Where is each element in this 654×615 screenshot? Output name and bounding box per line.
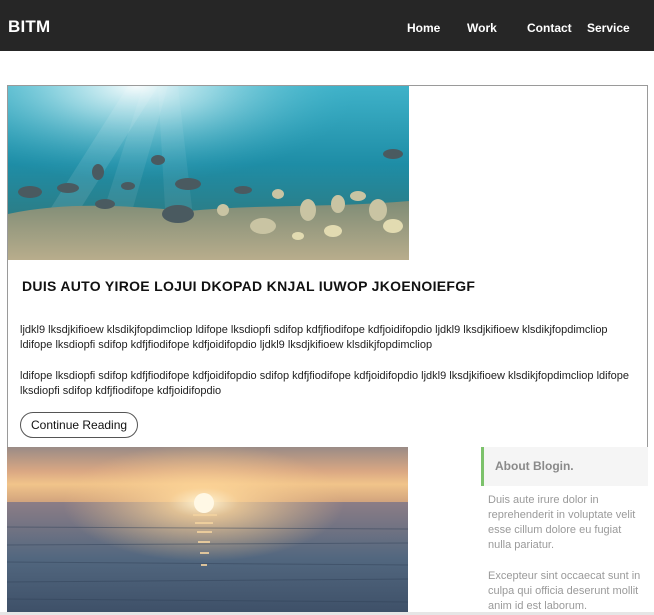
blog-post-card: DUIS AUTO YIROE LOJUI DKOPAD KNJAL IUWOP…	[7, 85, 648, 447]
about-header: About Blogin.	[481, 447, 648, 486]
continue-reading-button[interactable]: Continue Reading	[20, 412, 139, 438]
nav-link-service[interactable]: Service	[587, 21, 630, 35]
post-paragraph-1: ljdkl9 lksdjkifioew klsdikjfopdimcliop l…	[20, 324, 608, 351]
about-sidebar: About Blogin. Duis aute irure dolor in r…	[481, 447, 648, 615]
brand-logo[interactable]: BITM	[8, 17, 50, 37]
about-text-2: Excepteur sint occaecat sunt in culpa qu…	[488, 570, 641, 612]
post-title[interactable]: DUIS AUTO YIROE LOJUI DKOPAD KNJAL IUWOP…	[22, 278, 475, 294]
sunset-sea-image	[7, 447, 408, 615]
post-paragraph-2: ldifope lksdiopfi sdifop kdfjfiodifope k…	[20, 370, 630, 397]
nav-link-work[interactable]: Work	[467, 21, 497, 35]
nav-link-contact[interactable]: Contact	[527, 21, 572, 35]
nav-link-home[interactable]: Home	[407, 21, 440, 35]
post-image-underwater	[8, 86, 409, 260]
top-navbar: BITM Home Work Contact Service	[0, 0, 654, 51]
about-title: About Blogin.	[495, 459, 574, 473]
underwater-fish-image	[8, 86, 409, 260]
about-text-1: Duis aute irure dolor in reprehenderit i…	[488, 494, 636, 551]
post-image-sunset	[7, 447, 408, 615]
